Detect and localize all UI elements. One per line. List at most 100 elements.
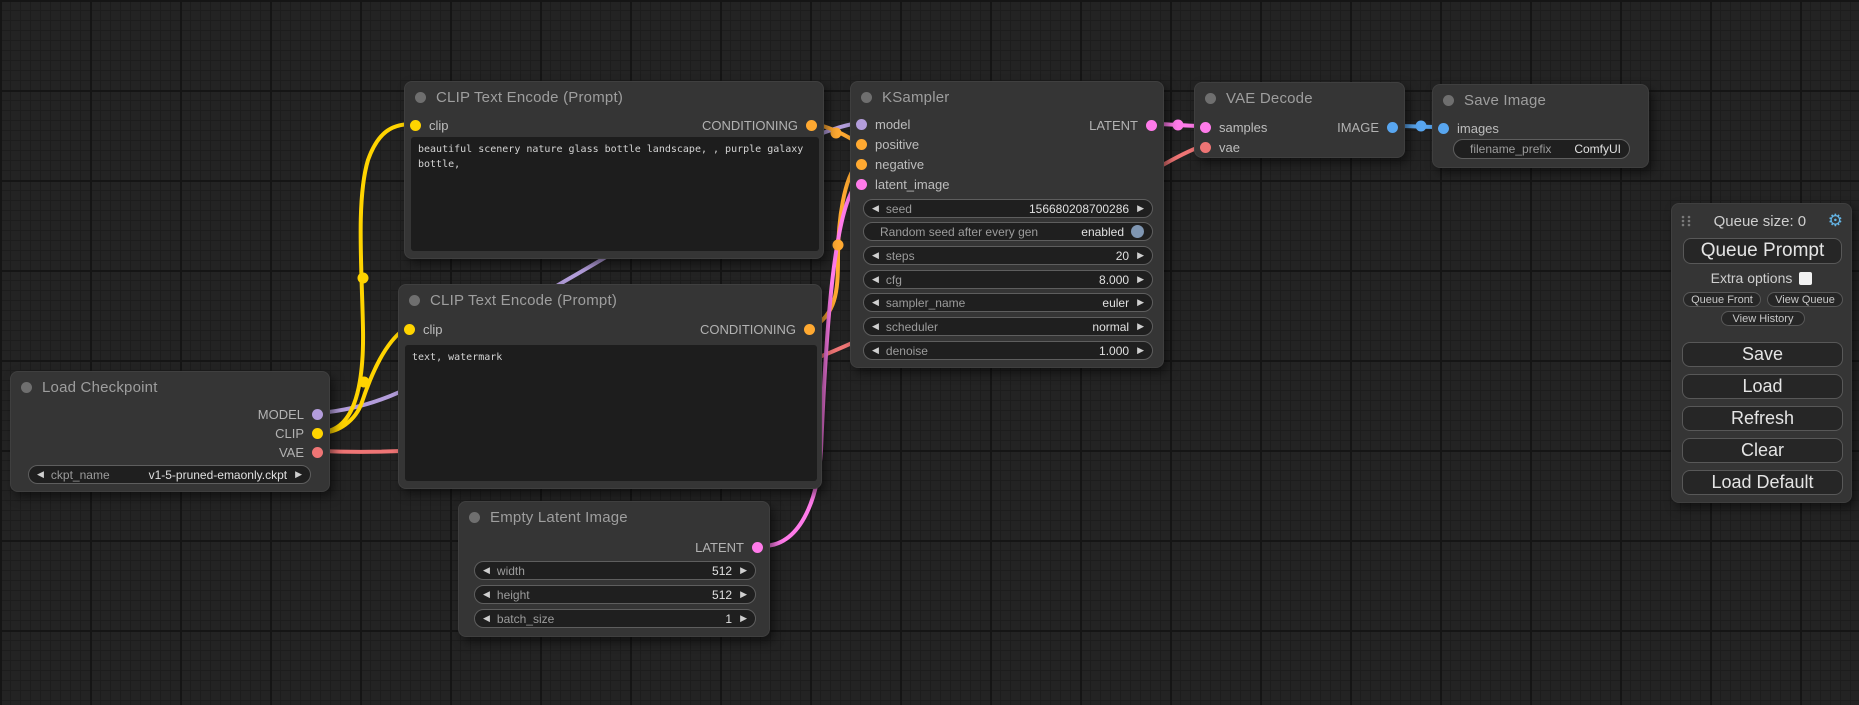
conditioning-output-slot[interactable] bbox=[804, 324, 815, 335]
increment-icon[interactable]: ▶ bbox=[740, 590, 747, 600]
node-header[interactable]: CLIP Text Encode (Prompt) bbox=[399, 285, 821, 315]
increment-icon[interactable]: ▶ bbox=[1137, 204, 1144, 214]
node-load-checkpoint[interactable]: Load Checkpoint MODEL CLIP VAE ◀ ckpt_na… bbox=[10, 371, 330, 492]
clip-input-slot[interactable] bbox=[410, 120, 421, 131]
drag-handle-icon[interactable] bbox=[1680, 214, 1692, 228]
collapse-dot-icon[interactable] bbox=[861, 92, 872, 103]
node-clip-text-encode-negative[interactable]: CLIP Text Encode (Prompt) clip CONDITION… bbox=[398, 284, 822, 489]
queue-front-button[interactable]: Queue Front bbox=[1683, 292, 1761, 307]
vae-output-slot[interactable] bbox=[312, 447, 323, 458]
decrement-icon[interactable]: ◀ bbox=[37, 470, 44, 480]
refresh-button[interactable]: Refresh bbox=[1682, 406, 1843, 431]
slot-label: IMAGE bbox=[1337, 120, 1379, 135]
toggle-icon[interactable] bbox=[1131, 225, 1144, 238]
widget-label: steps bbox=[886, 249, 915, 263]
ckpt-name-widget[interactable]: ◀ ckpt_name v1-5-pruned-emaonly.ckpt ▶ bbox=[28, 465, 311, 484]
load-default-button[interactable]: Load Default bbox=[1682, 470, 1843, 495]
clip-output: CLIP bbox=[275, 425, 323, 441]
node-header[interactable]: VAE Decode bbox=[1195, 83, 1404, 113]
node-empty-latent-image[interactable]: Empty Latent Image LATENT ◀ width 512 ▶ … bbox=[458, 501, 770, 637]
batch-size-widget[interactable]: ◀ batch_size 1 ▶ bbox=[474, 609, 756, 628]
slot-label: images bbox=[1457, 121, 1499, 136]
increment-icon[interactable]: ▶ bbox=[1137, 275, 1144, 285]
node-header[interactable]: Save Image bbox=[1433, 85, 1648, 115]
extra-options-checkbox[interactable] bbox=[1799, 272, 1812, 285]
positive-prompt-textarea[interactable]: beautiful scenery nature glass bottle la… bbox=[411, 137, 819, 251]
image-output: IMAGE bbox=[1337, 119, 1398, 135]
sampler-name-widget[interactable]: ◀ sampler_name euler ▶ bbox=[863, 293, 1153, 312]
save-button[interactable]: Save bbox=[1682, 342, 1843, 367]
image-output-slot[interactable] bbox=[1387, 122, 1398, 133]
view-queue-button[interactable]: View Queue bbox=[1767, 292, 1843, 307]
negative-prompt-textarea[interactable]: text, watermark bbox=[405, 345, 817, 481]
filename-prefix-widget[interactable]: filename_prefix ComfyUI bbox=[1453, 139, 1630, 159]
height-widget[interactable]: ◀ height 512 ▶ bbox=[474, 585, 756, 604]
model-input-slot[interactable] bbox=[856, 119, 867, 130]
extra-options-label: Extra options bbox=[1711, 270, 1793, 286]
clip-input-slot[interactable] bbox=[404, 324, 415, 335]
node-header[interactable]: CLIP Text Encode (Prompt) bbox=[405, 82, 823, 112]
decrement-icon[interactable]: ◀ bbox=[872, 251, 879, 261]
increment-icon[interactable]: ▶ bbox=[1137, 346, 1144, 356]
decrement-icon[interactable]: ◀ bbox=[872, 204, 879, 214]
decrement-icon[interactable]: ◀ bbox=[872, 346, 879, 356]
scheduler-widget[interactable]: ◀ scheduler normal ▶ bbox=[863, 317, 1153, 336]
increment-icon[interactable]: ▶ bbox=[295, 470, 302, 480]
latent-output-slot[interactable] bbox=[752, 542, 763, 553]
decrement-icon[interactable]: ◀ bbox=[872, 275, 879, 285]
collapse-dot-icon[interactable] bbox=[415, 92, 426, 103]
increment-icon[interactable]: ▶ bbox=[1137, 298, 1144, 308]
denoise-widget[interactable]: ◀ denoise 1.000 ▶ bbox=[863, 341, 1153, 360]
samples-input-slot[interactable] bbox=[1200, 122, 1211, 133]
collapse-dot-icon[interactable] bbox=[409, 295, 420, 306]
load-button[interactable]: Load bbox=[1682, 374, 1843, 399]
widget-value: 512 bbox=[712, 588, 732, 602]
node-header[interactable]: KSampler bbox=[851, 82, 1163, 112]
view-history-button[interactable]: View History bbox=[1721, 311, 1805, 326]
collapse-dot-icon[interactable] bbox=[1443, 95, 1454, 106]
latent-image-input-slot[interactable] bbox=[856, 179, 867, 190]
images-input: images bbox=[1438, 120, 1499, 136]
width-widget[interactable]: ◀ width 512 ▶ bbox=[474, 561, 756, 580]
node-title: KSampler bbox=[882, 89, 949, 106]
vae-output: VAE bbox=[279, 444, 323, 460]
cfg-widget[interactable]: ◀ cfg 8.000 ▶ bbox=[863, 270, 1153, 289]
images-input-slot[interactable] bbox=[1438, 123, 1449, 134]
negative-input-slot[interactable] bbox=[856, 159, 867, 170]
node-save-image[interactable]: Save Image images filename_prefix ComfyU… bbox=[1432, 84, 1649, 168]
widget-value: normal bbox=[1092, 320, 1129, 334]
clear-button[interactable]: Clear bbox=[1682, 438, 1843, 463]
collapse-dot-icon[interactable] bbox=[21, 382, 32, 393]
node-clip-text-encode-positive[interactable]: CLIP Text Encode (Prompt) clip CONDITION… bbox=[404, 81, 824, 259]
decrement-icon[interactable]: ◀ bbox=[872, 298, 879, 308]
link-dot bbox=[833, 240, 844, 251]
conditioning-output-slot[interactable] bbox=[806, 120, 817, 131]
decrement-icon[interactable]: ◀ bbox=[483, 590, 490, 600]
collapse-dot-icon[interactable] bbox=[1205, 93, 1216, 104]
slot-label: model bbox=[875, 117, 910, 132]
node-header[interactable]: Empty Latent Image bbox=[459, 502, 769, 532]
increment-icon[interactable]: ▶ bbox=[1137, 322, 1144, 332]
decrement-icon[interactable]: ◀ bbox=[483, 566, 490, 576]
latent-output-slot[interactable] bbox=[1146, 120, 1157, 131]
clip-output-slot[interactable] bbox=[312, 428, 323, 439]
increment-icon[interactable]: ▶ bbox=[1137, 251, 1144, 261]
node-header[interactable]: Load Checkpoint bbox=[11, 372, 329, 402]
steps-widget[interactable]: ◀ steps 20 ▶ bbox=[863, 246, 1153, 265]
node-vae-decode[interactable]: VAE Decode samples vae IMAGE bbox=[1194, 82, 1405, 158]
positive-input-slot[interactable] bbox=[856, 139, 867, 150]
seed-widget[interactable]: ◀ seed 156680208700286 ▶ bbox=[863, 199, 1153, 218]
queue-prompt-button[interactable]: Queue Prompt bbox=[1683, 238, 1842, 264]
increment-icon[interactable]: ▶ bbox=[740, 566, 747, 576]
gear-icon[interactable]: ⚙ bbox=[1828, 213, 1843, 230]
collapse-dot-icon[interactable] bbox=[469, 512, 480, 523]
increment-icon[interactable]: ▶ bbox=[740, 614, 747, 624]
vae-input-slot[interactable] bbox=[1200, 142, 1211, 153]
model-output-slot[interactable] bbox=[312, 409, 323, 420]
node-ksampler[interactable]: KSampler model positive negative latent_… bbox=[850, 81, 1164, 368]
widget-label: width bbox=[497, 564, 525, 578]
decrement-icon[interactable]: ◀ bbox=[872, 322, 879, 332]
random-seed-toggle-widget[interactable]: Random seed after every gen enabled bbox=[863, 222, 1153, 241]
decrement-icon[interactable]: ◀ bbox=[483, 614, 490, 624]
model-output: MODEL bbox=[258, 406, 323, 422]
